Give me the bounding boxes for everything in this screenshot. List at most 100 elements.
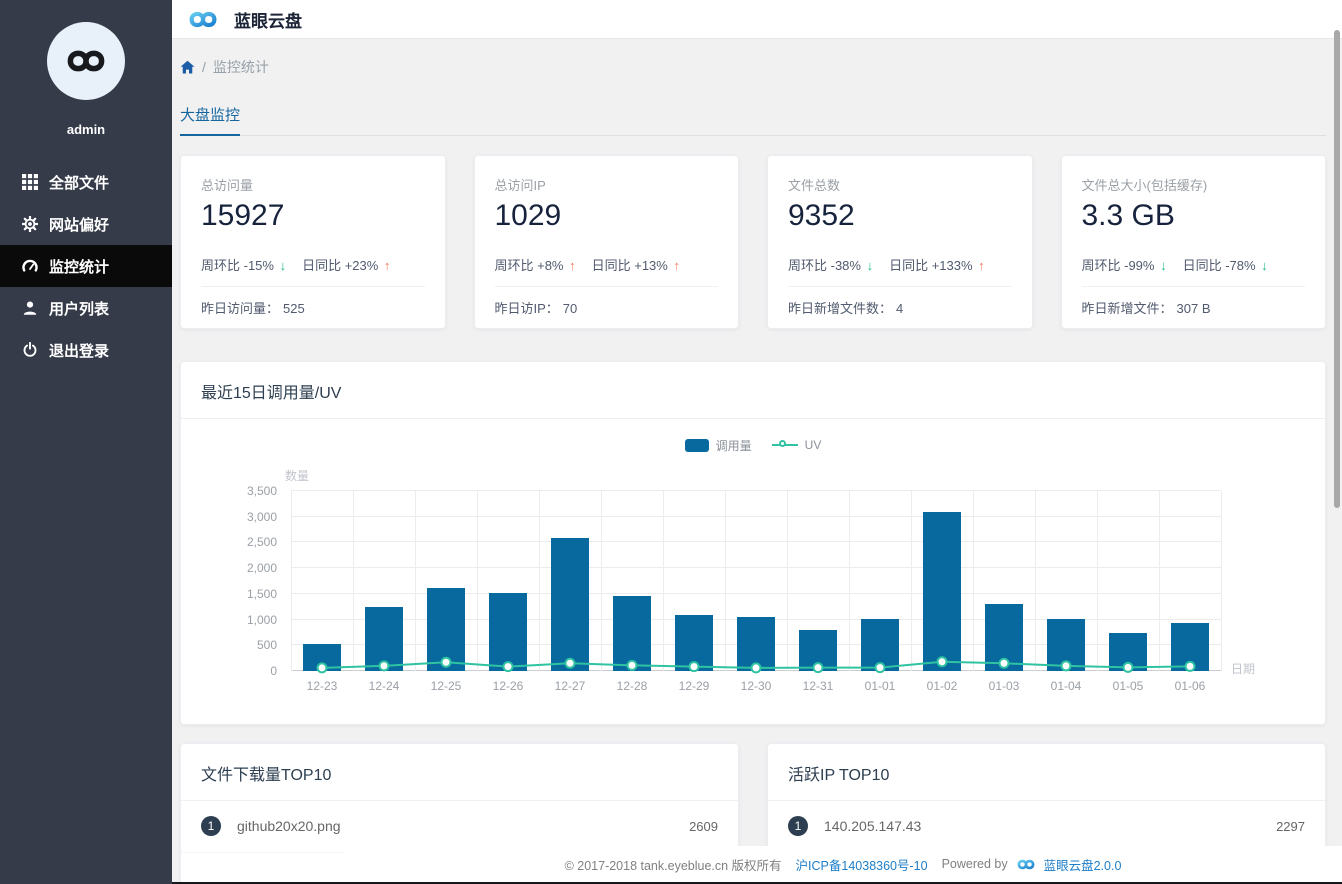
- sidebar-item-monitor-statistics[interactable]: 监控统计: [0, 245, 172, 287]
- stat-deltas: 周环比 +8% ↑ 日同比 +13% ↑: [495, 255, 719, 274]
- stat-footer-value: 70: [562, 301, 578, 316]
- stat-label: 总访问IP: [494, 178, 546, 193]
- x-axis-label: 日期: [1231, 662, 1256, 676]
- arrow-down-icon: ↓: [866, 258, 874, 273]
- stat-footer-value: 4: [896, 301, 904, 316]
- chart-card: 最近15日调用量/UV 调用量 UV 数量 0 500 1,000 1,500 2,000…: [180, 361, 1326, 725]
- rank-badge: 1: [788, 816, 808, 836]
- sidebar-item-logout[interactable]: 退出登录: [0, 329, 172, 371]
- breadcrumb-separator: /: [202, 59, 206, 75]
- stat-footer-value: 525: [283, 301, 305, 316]
- list-item-value: 2297: [1276, 818, 1305, 834]
- legend-item-uv[interactable]: UV: [771, 438, 821, 452]
- main-area: 蓝眼云盘 / 监控统计 大盘监控 总访问量 15927 周环比 -15% ↓ 日同比 …: [172, 0, 1342, 884]
- stat-footer: 昨日新增文件： 307 B: [1082, 298, 1306, 317]
- gear-icon: [21, 216, 38, 233]
- x-axis-tick: 01-03: [988, 679, 1020, 693]
- stat-delta: 日同比 +13% ↑: [591, 258, 680, 273]
- stat-footer-value: 307 B: [1176, 301, 1211, 316]
- arrow-up-icon: ↑: [569, 258, 576, 273]
- app-root: admin 全部文件 网站偏好 监控统计 用户列表 退出登录 蓝眼云盘 / 监控…: [0, 0, 1342, 884]
- uv-point: [378, 660, 390, 672]
- sidebar-item-site-preferences[interactable]: 网站偏好: [0, 203, 172, 245]
- y-axis-ticks: 0 500 1,000 1,500 2,000 2,500 3,000 3,500: [201, 484, 283, 678]
- stat-label: 文件总大小(包括缓存): [1081, 178, 1208, 193]
- stat-label: 文件总数: [788, 178, 841, 193]
- stat-value: 1029: [494, 199, 562, 232]
- sidebar-item-label: 网站偏好: [49, 216, 110, 234]
- stat-footer: 昨日新增文件数： 4: [788, 298, 1012, 317]
- stat-delta: 周环比 -99% ↓: [1081, 258, 1167, 273]
- y-axis-tick: 500: [256, 638, 277, 653]
- app-logo-icon[interactable]: [182, 6, 224, 33]
- uv-point: [564, 657, 576, 669]
- y-axis-tick: 2,500: [246, 535, 277, 550]
- stat-card: 总访问IP 1029 周环比 +8% ↑ 日同比 +13% ↑ 昨日访IP： 70: [473, 155, 739, 329]
- scrollbar-thumb[interactable]: [1334, 30, 1340, 508]
- stat-footer-label: 昨日访问量：: [201, 301, 280, 316]
- home-icon[interactable]: [180, 60, 195, 75]
- sidebar-item-label: 用户列表: [49, 300, 110, 318]
- x-axis-tick: 12-26: [492, 679, 524, 693]
- uv-point: [1122, 661, 1134, 673]
- arrow-down-icon: ↓: [279, 258, 287, 273]
- x-axis-tick: 12-25: [430, 679, 462, 693]
- x-axis-tick: 12-31: [802, 679, 834, 693]
- x-axis-tick: 01-02: [926, 679, 958, 693]
- x-axis-tick: 01-04: [1050, 679, 1082, 693]
- sidebar-item-all-files[interactable]: 全部文件: [0, 161, 172, 203]
- stat-card: 文件总数 9352 周环比 -38% ↓ 日同比 +133% ↑ 昨日新增文件数： 4: [767, 155, 1033, 329]
- uv-point: [1060, 660, 1072, 672]
- avatar[interactable]: [47, 22, 125, 100]
- stat-footer: 昨日访问量： 525: [201, 298, 425, 317]
- divider: [494, 286, 718, 287]
- list-item-label: 140.205.147.43: [824, 818, 922, 834]
- rank-badge: 1: [201, 816, 221, 836]
- divider: [181, 418, 1325, 419]
- x-axis-tick: 12-29: [678, 679, 710, 693]
- x-axis-tick: 01-06: [1174, 679, 1206, 693]
- divider: [788, 286, 1012, 287]
- y-axis-tick: 0: [270, 664, 277, 678]
- x-axis-tick: 12-28: [616, 679, 648, 693]
- sidebar-item-label: 监控统计: [49, 258, 110, 276]
- stat-value: 9352: [788, 199, 855, 232]
- grid-icon: [21, 174, 38, 191]
- y-axis-tick: 1,500: [246, 586, 277, 601]
- infinity-logo-icon: [67, 50, 105, 72]
- stat-delta: 周环比 -38% ↓: [788, 258, 874, 273]
- uv-point: [936, 656, 948, 668]
- sidebar-item-user-list[interactable]: 用户列表: [0, 287, 172, 329]
- chart-legend: 调用量 UV: [181, 435, 1325, 455]
- avatar-username: admin: [66, 122, 106, 137]
- sidebar: admin 全部文件网站偏好监控统计用户列表退出登录: [0, 0, 172, 884]
- uv-point: [1184, 660, 1196, 672]
- stat-cards-row: 总访问量 15927 周环比 -15% ↓ 日同比 +23% ↑ 昨日访问量： 525 总访…: [180, 155, 1326, 329]
- uv-point: [812, 662, 824, 674]
- content: / 监控统计 大盘监控 总访问量 15927 周环比 -15% ↓ 日同比 +23% …: [172, 39, 1342, 884]
- divider: [201, 286, 425, 287]
- top-downloads-title: 文件下载量TOP10: [201, 767, 332, 784]
- legend-item-calls[interactable]: 调用量: [684, 437, 752, 454]
- stat-deltas: 周环比 -38% ↓ 日同比 +133% ↑: [788, 255, 1012, 274]
- brand-version-link[interactable]: 蓝眼云盘2.0.0: [1044, 855, 1122, 874]
- uv-point: [502, 661, 514, 673]
- power-icon: [21, 342, 38, 359]
- user-icon: [21, 300, 38, 317]
- topbar: 蓝眼云盘: [172, 0, 1342, 39]
- legend-line-swatch: [771, 439, 798, 451]
- tab-dashboard-monitor[interactable]: 大盘监控: [180, 104, 241, 136]
- uv-line-series: [316, 656, 1196, 674]
- arrow-down-icon: ↓: [1261, 258, 1268, 273]
- stat-footer-label: 昨日访IP：: [494, 301, 559, 316]
- chart-plot: 日期 12-23 12-24 12-25 12-26 12-27 12-28 12-29 12…: [291, 490, 1255, 693]
- stat-card: 总访问量 15927 周环比 -15% ↓ 日同比 +23% ↑ 昨日访问量： 525: [180, 155, 446, 329]
- x-axis-tick: 12-30: [740, 679, 772, 693]
- x-axis-tick: 12-24: [368, 679, 400, 693]
- x-axis-tick: 12-23: [306, 679, 338, 693]
- x-axis-tick: 12-27: [554, 679, 586, 693]
- arrow-up-icon: ↑: [673, 258, 680, 273]
- chart-area: 数量 0 500 1,000 1,500 2,000 2,500 3,000 3,500 日期…: [201, 469, 1305, 709]
- sidebar-menu: 全部文件网站偏好监控统计用户列表退出登录: [0, 161, 172, 371]
- icp-link[interactable]: 沪ICP备14038360号-10: [796, 855, 928, 874]
